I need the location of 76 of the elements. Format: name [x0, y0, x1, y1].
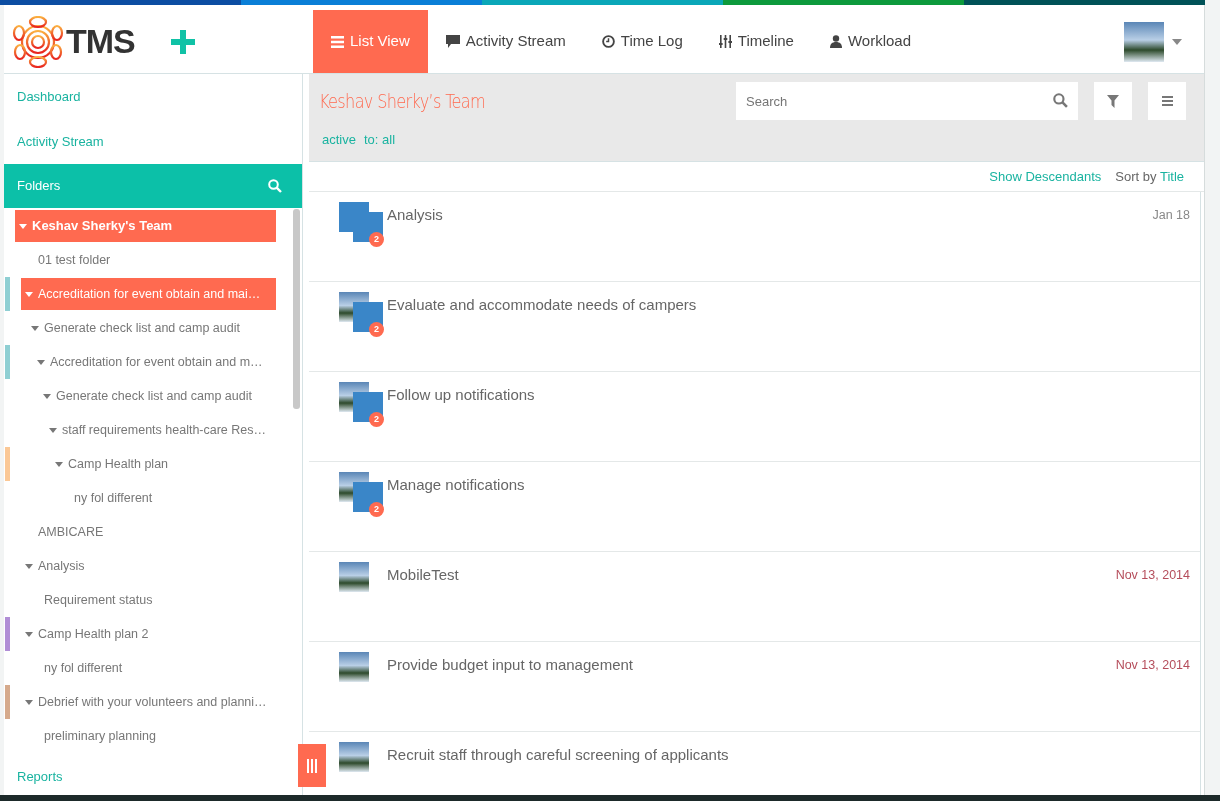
caret-down-icon[interactable] [37, 359, 45, 365]
menu-icon [1161, 96, 1173, 106]
clock-icon [601, 35, 615, 48]
search-field[interactable]: Search [736, 82, 1078, 120]
search-icon[interactable] [268, 179, 282, 193]
nav-tab[interactable]: Timeline [700, 10, 812, 73]
team-title: Keshav Sherky’s Team [319, 88, 486, 114]
folder-item[interactable]: Camp Health plan [51, 447, 276, 481]
caret-down-icon[interactable] [25, 563, 33, 569]
sidebar-link[interactable]: Dashboard [4, 74, 302, 119]
task-date: Nov 13, 2014 [1115, 657, 1190, 674]
folder-item[interactable]: ny fol different [27, 651, 276, 685]
sort-label: Sort by [1115, 168, 1158, 184]
caret-down-icon[interactable] [25, 291, 33, 297]
caret-down-icon[interactable] [31, 325, 39, 331]
folder-item[interactable]: Generate check list and camp audit [39, 379, 276, 413]
folder-item[interactable]: staff requirements health-care Res… [45, 413, 276, 447]
folder-item[interactable]: Accreditation for event obtain and m… [33, 345, 276, 379]
add-button[interactable] [170, 29, 195, 54]
folder-item[interactable]: 01 test folder [21, 243, 276, 277]
task-title[interactable]: Follow up notifications [387, 384, 535, 407]
caret-down-icon[interactable] [1172, 38, 1182, 45]
speech-bubble-icon [445, 35, 460, 48]
menu-button[interactable] [1148, 82, 1186, 120]
folders-title: Folders [17, 177, 61, 196]
scrollbar[interactable] [293, 209, 300, 409]
caret-down-icon[interactable] [49, 427, 57, 433]
column-bars-icon [306, 757, 318, 774]
folder-item[interactable]: Debrief with your volunteers and planni… [21, 685, 276, 719]
task-date: Jan 18 [1152, 207, 1190, 224]
reports-link[interactable]: Reports [4, 759, 302, 795]
task-title[interactable]: Recruit staff through careful screening of applicants [387, 744, 729, 767]
folder-item[interactable]: AMBICARE [21, 515, 276, 549]
folder-item[interactable]: Accreditation for event obtain and mai… [21, 278, 276, 310]
caret-down-icon[interactable] [25, 699, 33, 705]
assignee-photo [339, 652, 369, 682]
task-title[interactable]: Evaluate and accommodate needs of campers [387, 294, 697, 317]
search-icon[interactable] [1053, 93, 1068, 108]
task-title[interactable]: MobileTest [387, 564, 459, 587]
sliders-icon [718, 35, 732, 48]
task-date: Nov 13, 2014 [1115, 567, 1190, 584]
count-badge: 2 [369, 232, 384, 247]
user-avatar-photo[interactable] [1124, 21, 1164, 62]
folder-item[interactable]: Generate check list and camp audit [27, 311, 276, 345]
nav-tab[interactable]: Time Log [583, 10, 701, 73]
sort-field-link[interactable]: Title [1159, 168, 1184, 184]
count-badge: 2 [369, 502, 384, 517]
person-icon [829, 35, 842, 48]
sidebar-link[interactable]: Activity Stream [4, 119, 302, 164]
count-badge: 2 [369, 412, 384, 427]
folder-item[interactable]: preliminary planning [27, 719, 276, 753]
list-icon [331, 35, 344, 48]
nav-tab[interactable]: List View [313, 10, 428, 73]
folder-item[interactable]: ny fol different [57, 481, 276, 515]
caret-down-icon[interactable] [25, 631, 33, 637]
assignee-photo [339, 562, 369, 592]
task-title[interactable]: Provide budget input to management [387, 654, 633, 677]
show-descendants-link[interactable]: Show Descendants [989, 166, 1102, 187]
filter-button[interactable] [1094, 82, 1132, 120]
caret-down-icon[interactable] [55, 461, 63, 467]
sidebar-toggle-button[interactable] [298, 744, 326, 787]
caret-down-icon[interactable] [43, 393, 51, 399]
logo-flower-icon [12, 15, 64, 68]
assignee-photo [339, 742, 369, 772]
folder-item[interactable]: Requirement status [27, 583, 276, 617]
nav-tab[interactable]: Workload [811, 10, 929, 73]
folder-item[interactable]: Keshav Sherky's Team [15, 210, 276, 242]
nav-tab[interactable]: Activity Stream [427, 10, 584, 73]
folder-item[interactable]: Analysis [21, 549, 276, 583]
logo-text: TMS [66, 21, 135, 62]
filter-icon [1107, 94, 1119, 108]
folder-item[interactable]: Camp Health plan 2 [21, 617, 276, 651]
task-title[interactable]: Manage notifications [387, 474, 525, 497]
task-title[interactable]: Analysis [387, 204, 443, 227]
count-badge: 2 [369, 322, 384, 337]
caret-down-icon[interactable] [19, 223, 27, 229]
